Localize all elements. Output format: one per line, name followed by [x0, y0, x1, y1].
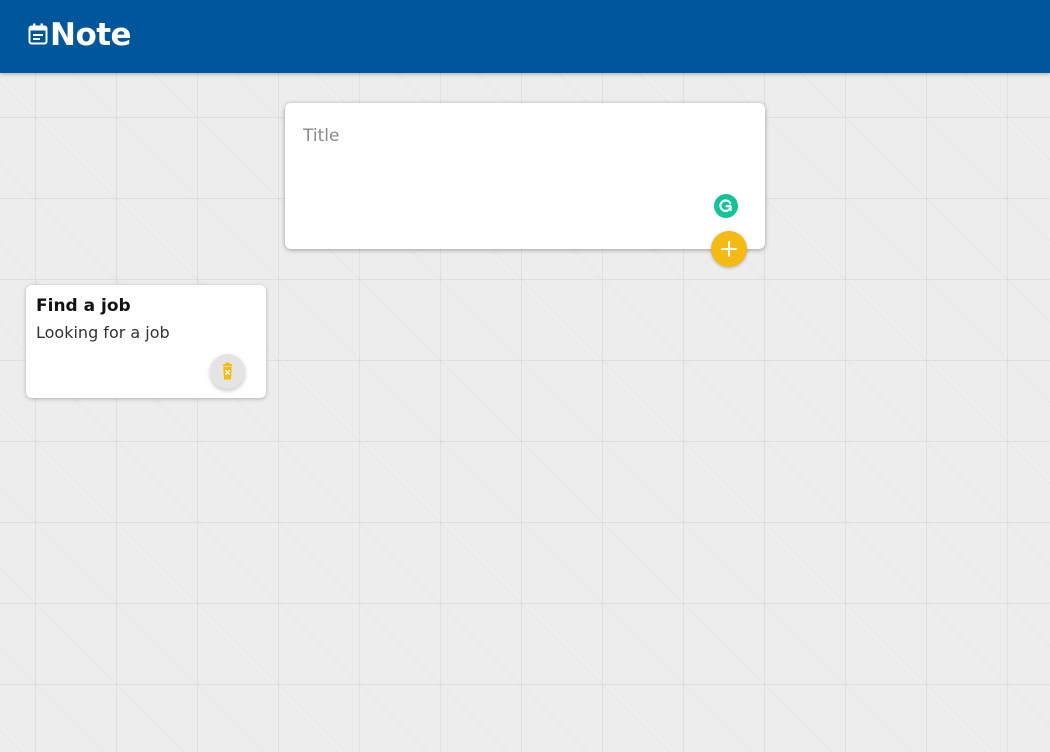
note-title: Find a job [36, 296, 131, 316]
app-header: Note [0, 0, 1050, 73]
delete-note-button[interactable] [210, 354, 245, 389]
grammarly-icon[interactable] [714, 194, 738, 218]
note-content: Looking for a job [36, 323, 170, 342]
add-note-button[interactable] [711, 231, 747, 267]
create-note-card [285, 103, 765, 267]
app-title: Note [50, 17, 132, 53]
note-title-input[interactable] [303, 121, 723, 151]
note-card: Find a job Looking for a job [26, 285, 266, 398]
trash-icon [223, 362, 232, 380]
plus-icon [721, 241, 737, 257]
note-calendar-icon [28, 23, 48, 45]
